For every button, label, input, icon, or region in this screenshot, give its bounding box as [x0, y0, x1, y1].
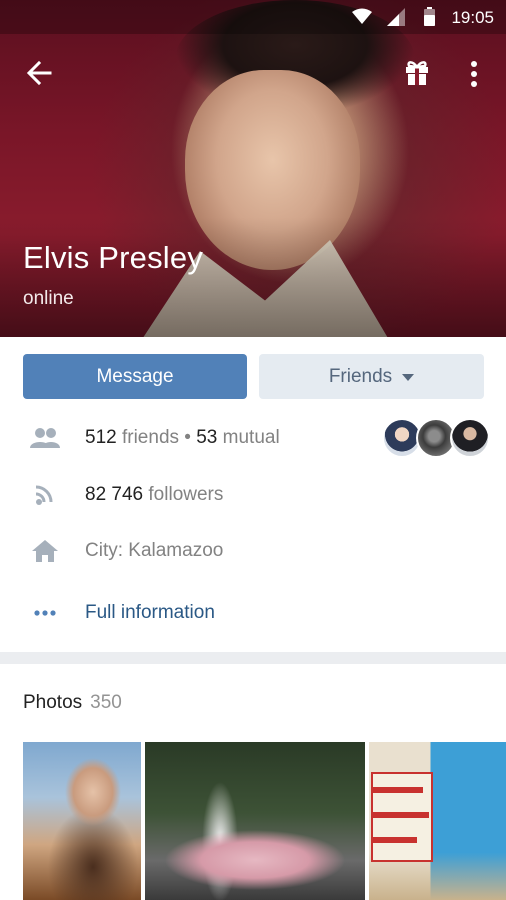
photo-thumbnail[interactable]	[23, 742, 141, 900]
rss-icon	[35, 485, 53, 505]
photo-sign-stripe	[373, 787, 423, 793]
profile-cover: 19:05 Elvis Presley online	[0, 0, 506, 337]
status-bar: 19:05	[0, 0, 506, 34]
followers-count: 82 746	[85, 484, 144, 505]
dots-icon	[34, 610, 56, 616]
photos-count: 350	[90, 692, 122, 713]
city-text: City: Kalamazoo	[85, 540, 224, 561]
friends-button-label: Friends	[328, 365, 393, 387]
mutual-friends-avatars[interactable]	[382, 418, 492, 460]
avatar[interactable]	[450, 418, 490, 458]
photo-thumbnail[interactable]	[369, 742, 506, 900]
message-button-label: Message	[96, 365, 174, 387]
photo-sign-stripe	[373, 837, 417, 843]
gift-icon[interactable]	[404, 58, 430, 86]
cover-shade	[0, 217, 506, 337]
photo-sign-stripe	[373, 812, 429, 818]
signal-icon	[387, 8, 405, 26]
photos-title: Photos	[23, 692, 83, 713]
more-vert-icon[interactable]	[464, 60, 484, 88]
profile-name: Elvis Presley	[23, 240, 204, 275]
wifi-icon	[352, 8, 372, 24]
friends-count: 512	[85, 427, 117, 448]
photo-thumbnail[interactable]	[145, 742, 365, 900]
profile-online-status: online	[23, 288, 74, 309]
message-button[interactable]: Message	[23, 354, 247, 399]
status-time: 19:05	[451, 8, 494, 27]
full-information-link[interactable]: Full information	[0, 593, 506, 633]
back-arrow-icon[interactable]	[24, 58, 54, 88]
mutual-count: 53	[196, 427, 218, 448]
home-icon	[32, 540, 58, 562]
followers-word: followers	[148, 484, 224, 505]
battery-icon	[424, 7, 435, 26]
city-row: City: Kalamazoo	[0, 531, 506, 571]
followers-row[interactable]: 82 746 followers	[0, 475, 506, 515]
mutual-word: mutual	[222, 427, 280, 448]
friends-word: friends	[121, 427, 180, 448]
friends-button[interactable]: Friends	[259, 354, 484, 399]
section-divider	[0, 652, 506, 664]
full-information-label: Full information	[85, 602, 215, 623]
followers-summary: 82 746 followers	[85, 484, 223, 506]
photos-header[interactable]: Photos 350	[23, 692, 122, 714]
chevron-down-icon	[402, 374, 415, 381]
friends-summary: 512 friends • 53 mutual	[85, 427, 280, 449]
separator-dot: •	[184, 427, 191, 448]
people-icon	[30, 428, 60, 448]
